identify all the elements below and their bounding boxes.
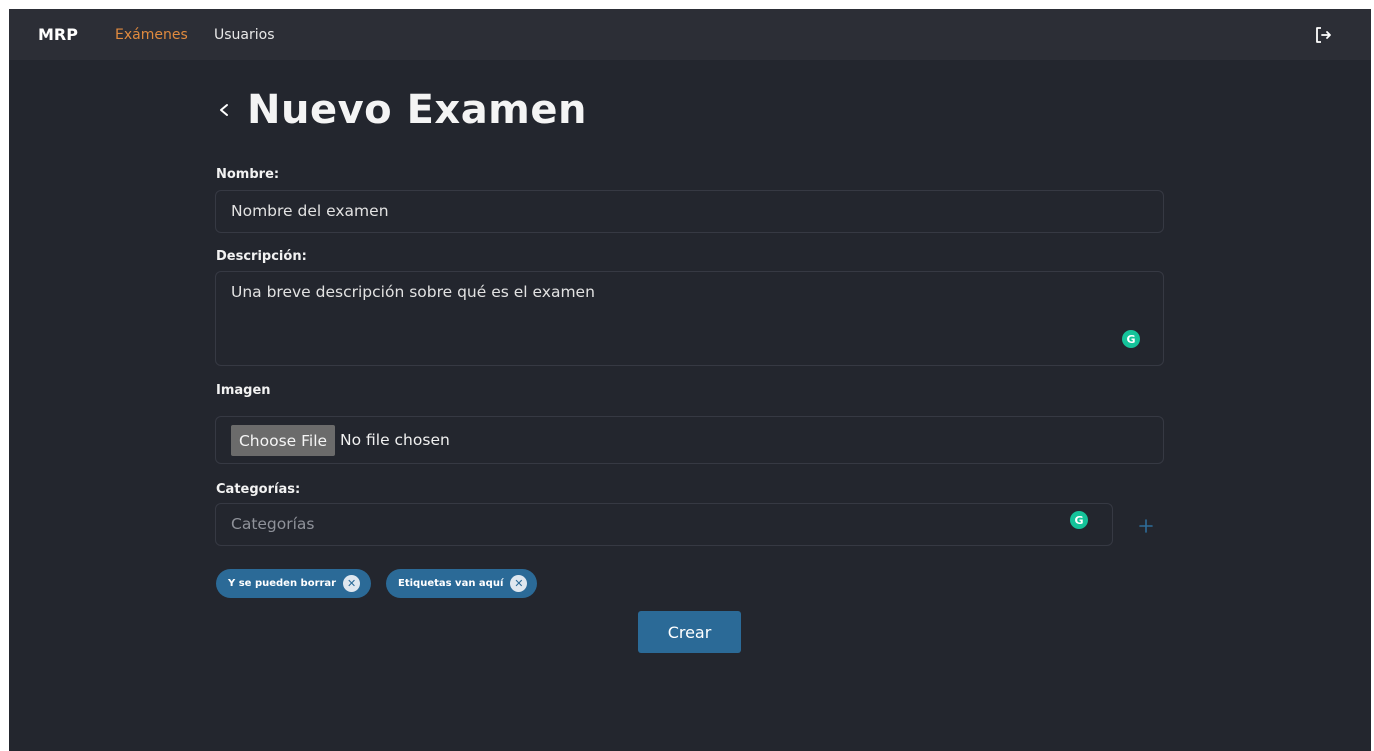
tag-chip: Etiquetas van aquí ✕ xyxy=(386,569,537,598)
descripcion-textarea[interactable]: Una breve descripción sobre qué es el ex… xyxy=(215,271,1164,366)
page-title: Nuevo Examen xyxy=(247,87,587,133)
tag-chip: Y se pueden borrar ✕ xyxy=(216,569,371,598)
chevron-left-icon[interactable] xyxy=(215,97,235,123)
grammarly-icon[interactable]: G xyxy=(1122,330,1140,348)
nombre-value: Nombre del examen xyxy=(231,202,389,220)
nombre-input[interactable]: Nombre del examen xyxy=(215,190,1164,233)
categorias-label: Categorías: xyxy=(216,482,301,497)
brand-logo[interactable]: MRP xyxy=(38,25,78,44)
remove-tag-icon[interactable]: ✕ xyxy=(510,575,528,592)
file-status-text: No file chosen xyxy=(340,431,450,449)
tag-label: Etiquetas van aquí xyxy=(398,578,504,589)
app-window: MRP Exámenes Usuarios Nuevo Examen Nombr… xyxy=(9,9,1371,751)
nav-link-usuarios[interactable]: Usuarios xyxy=(214,27,275,43)
nombre-label: Nombre: xyxy=(216,167,280,182)
logout-icon[interactable] xyxy=(1314,25,1334,45)
imagen-file-input[interactable]: Choose File No file chosen xyxy=(215,416,1164,464)
tag-label: Y se pueden borrar xyxy=(228,578,337,589)
page-header: Nuevo Examen xyxy=(215,87,587,133)
imagen-label: Imagen xyxy=(216,383,271,398)
descripcion-label: Descripción: xyxy=(216,249,307,264)
remove-tag-icon[interactable]: ✕ xyxy=(343,575,361,592)
crear-button[interactable]: Crear xyxy=(638,611,741,653)
choose-file-button[interactable]: Choose File xyxy=(231,425,335,456)
descripcion-value: Una breve descripción sobre qué es el ex… xyxy=(231,283,595,301)
grammarly-icon[interactable]: G xyxy=(1070,511,1088,529)
nav-link-examenes[interactable]: Exámenes xyxy=(115,27,188,43)
categorias-input[interactable]: Categorías G xyxy=(215,503,1113,546)
plus-icon[interactable] xyxy=(1139,519,1153,533)
top-navbar: MRP Exámenes Usuarios xyxy=(9,9,1371,60)
categorias-placeholder: Categorías xyxy=(231,515,315,533)
